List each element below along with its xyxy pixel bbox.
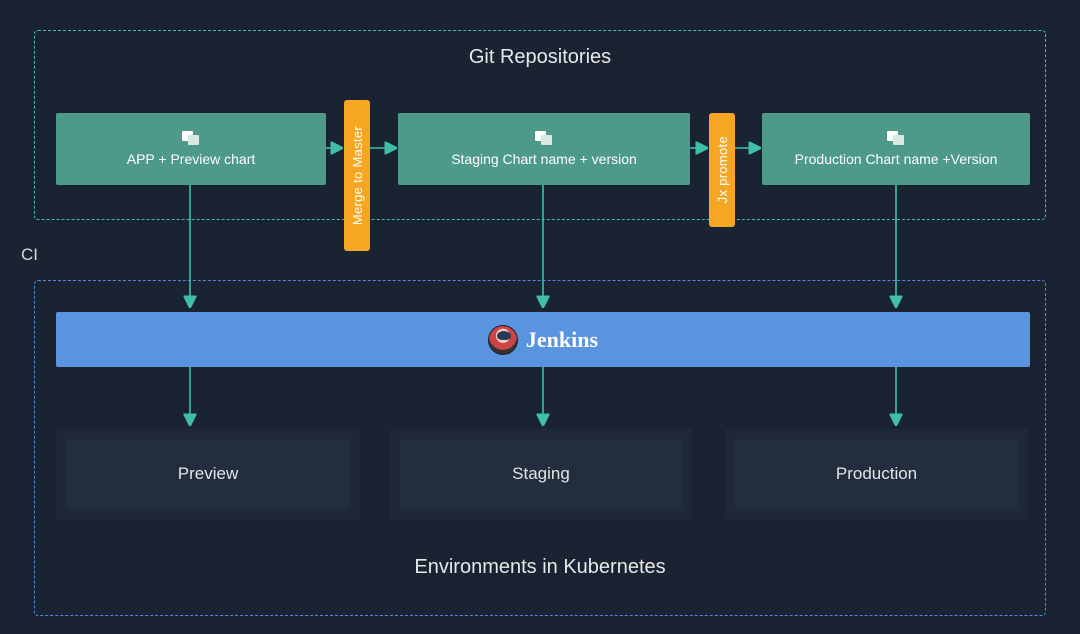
repo-label: Production Chart name +Version (789, 151, 1004, 167)
repo-production-chart: Production Chart name +Version (762, 113, 1030, 185)
jenkins-icon (488, 325, 518, 355)
files-icon (182, 131, 200, 145)
repo-app-preview: APP + Preview chart (56, 113, 326, 185)
badge-label: Jx promote (715, 136, 730, 203)
ci-label: CI (21, 245, 38, 265)
env-staging: Staging (390, 429, 692, 519)
files-icon (535, 131, 553, 145)
environments-title: Environments in Kubernetes (0, 556, 1080, 579)
jenkins-bar: Jenkins (56, 312, 1030, 367)
merge-to-master-badge: Merge to Master (344, 100, 370, 251)
env-label: Preview (178, 464, 238, 484)
repo-staging-chart: Staging Chart name + version (398, 113, 690, 185)
env-label: Production (836, 464, 917, 484)
repo-label: Staging Chart name + version (445, 151, 643, 167)
jx-promote-badge: Jx promote (709, 113, 735, 227)
files-icon (887, 131, 905, 145)
badge-label: Merge to Master (350, 126, 365, 225)
env-preview: Preview (56, 429, 360, 519)
repo-label: APP + Preview chart (121, 151, 262, 167)
git-repositories-title: Git Repositories (0, 46, 1080, 69)
env-label: Staging (512, 464, 570, 484)
jenkins-label: Jenkins (526, 327, 598, 353)
env-production: Production (725, 429, 1028, 519)
